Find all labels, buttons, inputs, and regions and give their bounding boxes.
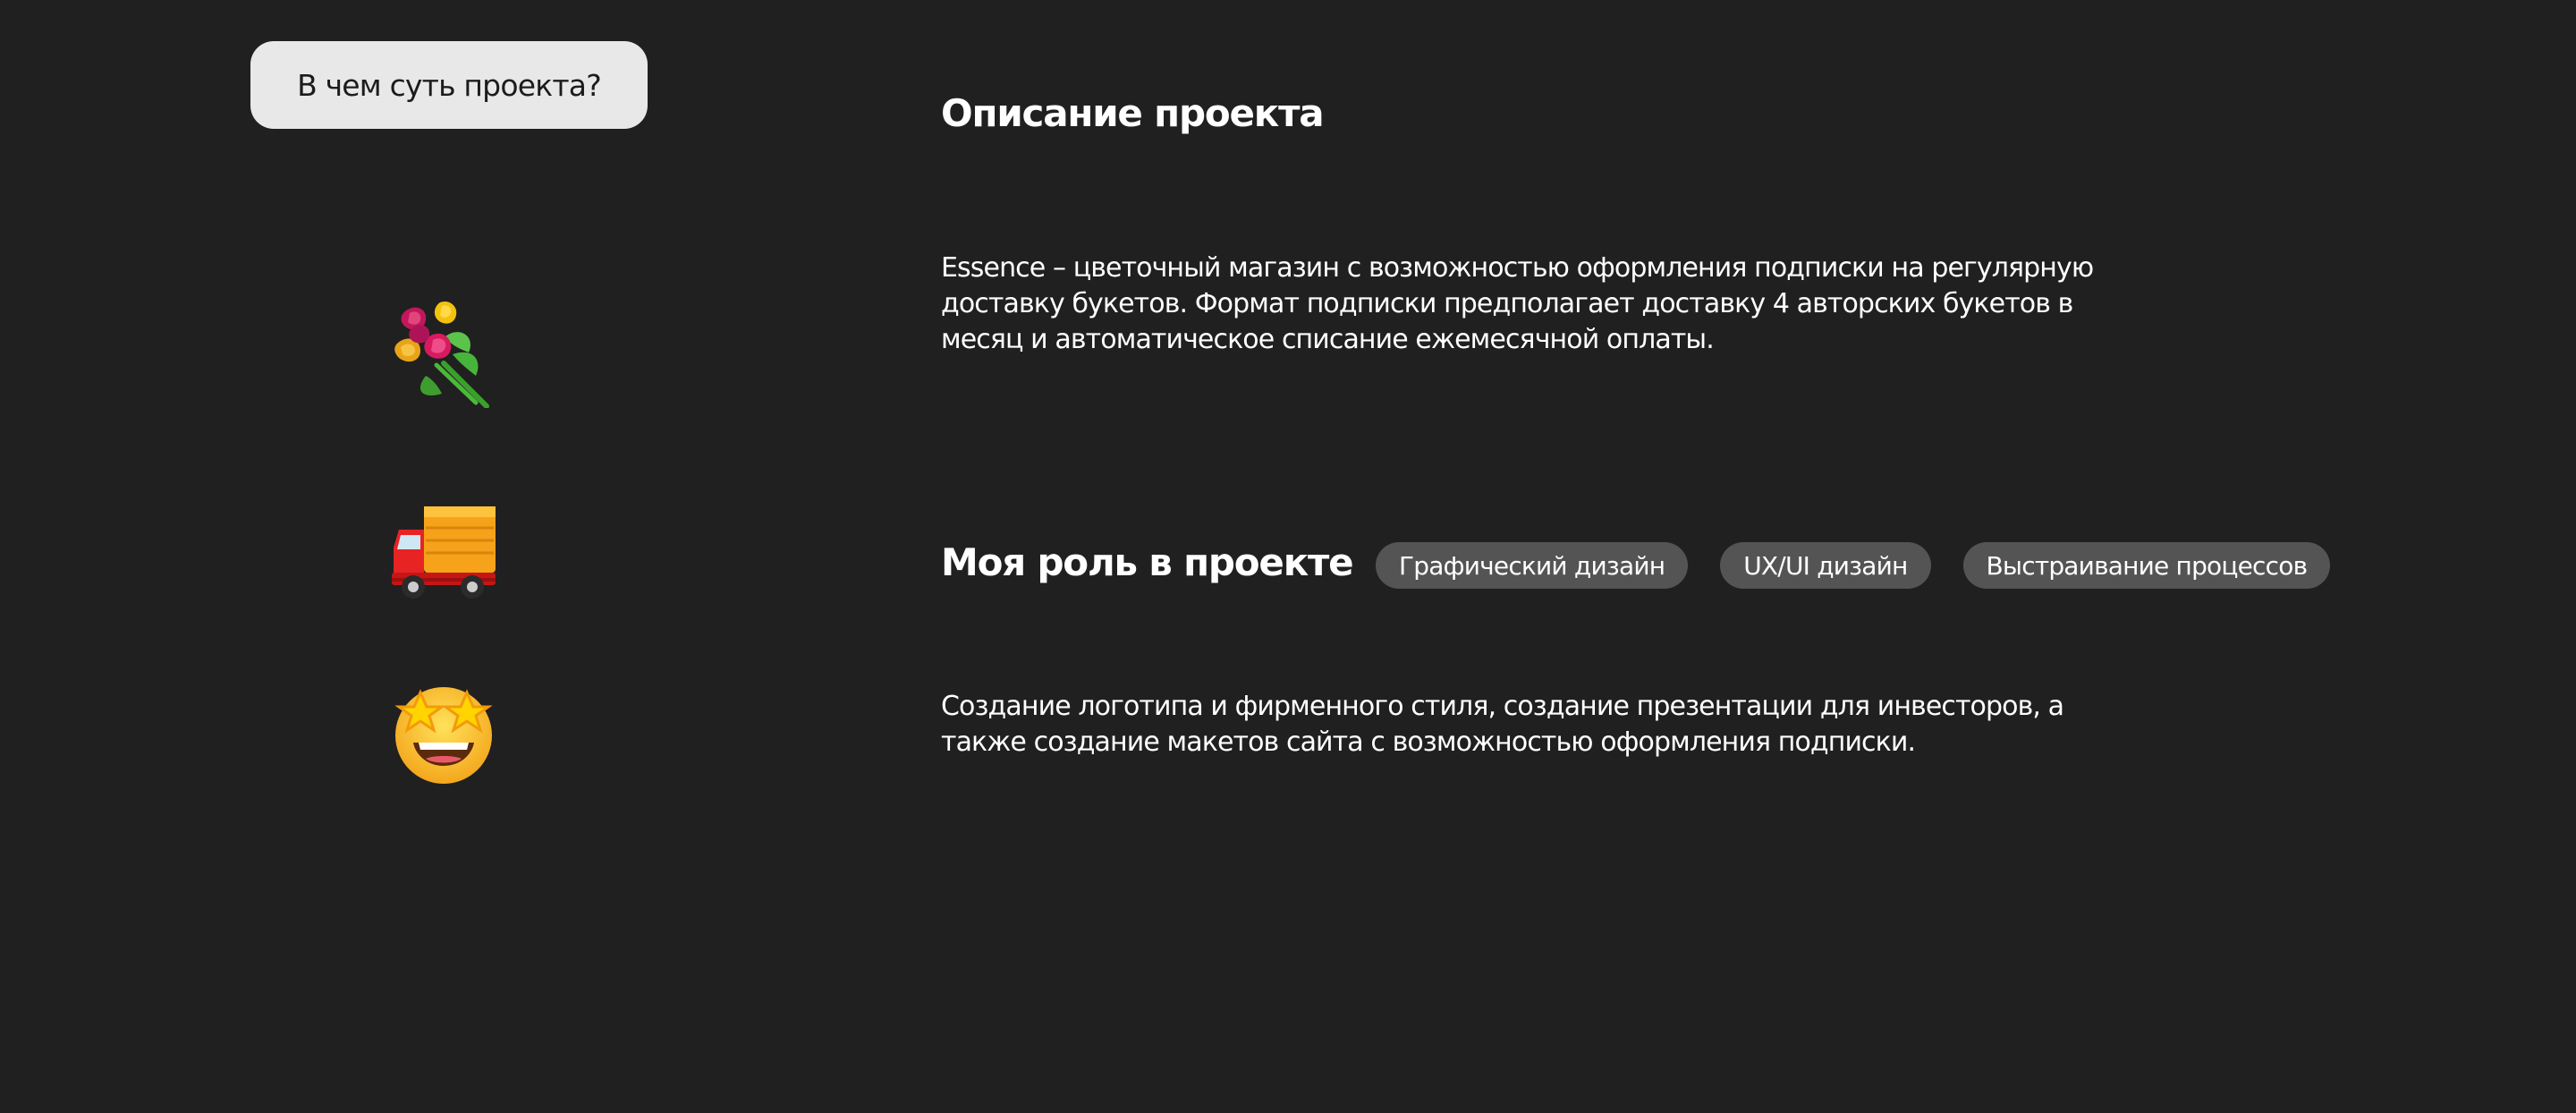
my-role-text: Создание логотипа и фирменного стиля, со… — [941, 691, 2064, 758]
star-struck-emoji-icon — [390, 680, 497, 787]
delivery-truck-emoji-icon — [390, 497, 497, 605]
bouquet-emoji-icon — [390, 301, 497, 408]
project-description-title: Описание проекта — [941, 91, 1325, 135]
tag-graphic-design: Графический дизайн — [1376, 542, 1689, 589]
project-page: В чем суть проекта? Описание проекта Ess… — [0, 0, 2576, 1113]
project-description-text: Essence – цветочный магазин с возможност… — [941, 252, 2094, 355]
my-role-title: Моя роль в проекте — [941, 540, 1354, 584]
tag-ux-ui-design: UX/UI дизайн — [1720, 542, 1931, 589]
project-essence-button[interactable]: В чем суть проекта? — [250, 41, 648, 129]
tag-process-building: Выстраивание процессов — [1962, 542, 2331, 589]
role-tags: Графический дизайн UX/UI дизайн Выстраив… — [1376, 542, 2331, 589]
